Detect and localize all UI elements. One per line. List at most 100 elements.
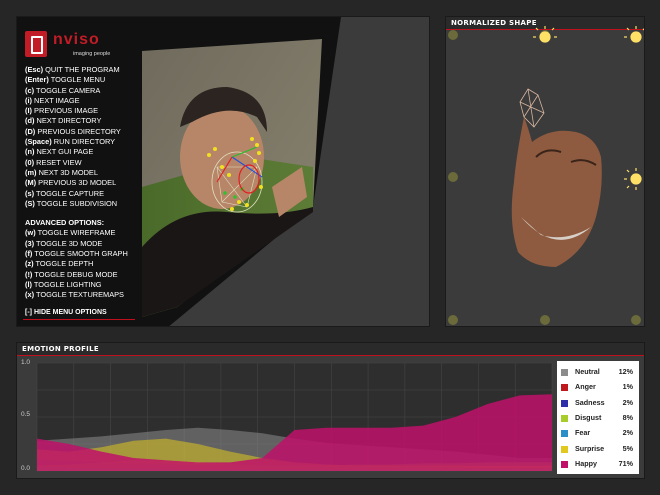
legend-swatch xyxy=(561,384,568,392)
sun-light-icon xyxy=(624,26,644,43)
menu-key: (l) xyxy=(25,279,32,289)
legend-percent: 8% xyxy=(622,412,633,422)
menu-item-next-gui-page[interactable]: (n) NEXT GUI PAGE xyxy=(25,147,128,157)
legend-item-anger: Anger 1% xyxy=(561,382,637,392)
menu-item-next-image[interactable]: (i) NEXT IMAGE xyxy=(25,96,128,106)
legend-item-fear: Fear 2% xyxy=(561,428,637,438)
menu-label: QUIT THE PROGRAM xyxy=(45,65,120,74)
menu-label: TOGGLE 3D MODE xyxy=(35,238,103,248)
menu-item-toggle-depth[interactable]: (z) TOGGLE DEPTH xyxy=(25,259,128,269)
menu-item-run-directory[interactable]: (Space) RUN DIRECTORY xyxy=(25,137,128,147)
menu-label: PREVIOUS DIRECTORY xyxy=(37,126,121,136)
legend-swatch xyxy=(561,430,568,438)
light-dot-icon xyxy=(540,315,550,325)
legend-swatch xyxy=(561,445,568,453)
menu-item-quit[interactable]: (Esc) QUIT THE PROGRAM xyxy=(25,65,128,75)
menu-item-toggle-lighting[interactable]: (l) TOGGLE LIGHTING xyxy=(25,280,128,290)
menu-key: (x) xyxy=(25,290,35,300)
menu-label: RESET VIEW xyxy=(36,157,82,167)
main-3d-view[interactable]: nviso imaging people (Esc) QUIT THE PROG… xyxy=(16,16,430,327)
menu-label: PREVIOUS IMAGE xyxy=(34,106,99,116)
legend-item-neutral: Neutral 12% xyxy=(561,367,637,377)
emotion-area-chart xyxy=(36,362,553,472)
menu-item-toggle-smooth-graph[interactable]: (f) TOGGLE SMOOTH GRAPH xyxy=(25,249,128,259)
nviso-tagline: imaging people xyxy=(73,51,111,57)
legend-percent: 5% xyxy=(622,443,633,453)
menu-label: TOGGLE LIGHTING xyxy=(33,279,102,289)
legend-label: Disgust xyxy=(575,412,602,422)
light-dot-icon xyxy=(448,30,458,40)
legend-label: Neutral xyxy=(575,367,600,376)
menu-item-next-directory[interactable]: (d) NEXT DIRECTORY xyxy=(25,116,128,126)
menu-label: NEXT IMAGE xyxy=(34,95,80,105)
nviso-wordmark: nviso xyxy=(53,31,100,48)
menu-item-previous-image[interactable]: (I) PREVIOUS IMAGE xyxy=(25,106,128,116)
menu-item-previous-directory[interactable]: (D) PREVIOUS DIRECTORY xyxy=(25,127,128,137)
legend-percent: 1% xyxy=(622,382,633,392)
menu-key: (m) xyxy=(25,167,37,177)
menu-key: (d) xyxy=(25,116,35,126)
menu-key: (i) xyxy=(25,95,32,105)
nviso-logo-mark xyxy=(25,31,47,57)
sun-light-icon xyxy=(624,168,642,190)
menu-label: TOGGLE WIREFRAME xyxy=(37,228,116,238)
menu-label: TOGGLE DEPTH xyxy=(35,259,94,269)
menu-key: (f) xyxy=(25,249,33,259)
menu-item-next-3d-model[interactable]: (m) NEXT 3D MODEL xyxy=(25,168,128,178)
normalized-shape-view[interactable]: NORMALIZED SHAPE xyxy=(445,16,645,327)
menu-item-toggle-subdivision[interactable]: (S) TOGGLE SUBDIVISION xyxy=(25,199,128,209)
normalized-shape-scene xyxy=(448,26,644,325)
menu-key: (0) xyxy=(25,157,35,167)
menu-item-toggle-debug-mode[interactable]: (!) TOGGLE DEBUG MODE xyxy=(25,270,128,280)
menu-label: TOGGLE TEXTUREMAPS xyxy=(35,290,124,300)
legend-percent: 2% xyxy=(622,397,633,407)
menu-key: (Space) xyxy=(25,137,52,147)
menu-item-toggle-capture[interactable]: (s) TOGGLE CAPTURE xyxy=(25,189,128,199)
menu-key: (z) xyxy=(25,259,34,269)
menu-item-toggle-camera[interactable]: (c) TOGGLE CAMERA xyxy=(25,86,128,96)
menu-item-toggle-menu[interactable]: (Enter) TOGGLE MENU xyxy=(25,75,128,85)
hide-menu-options-button[interactable]: [-] HIDE MENU OPTIONS xyxy=(25,309,107,316)
menu-item-toggle-texturemaps[interactable]: (x) TOGGLE TEXTUREMAPS xyxy=(25,290,128,300)
menu-key: (I) xyxy=(25,106,32,116)
menu-item-reset-view[interactable]: (0) RESET VIEW xyxy=(25,158,128,168)
advanced-options-heading: ADVANCED OPTIONS: xyxy=(25,218,105,228)
legend-swatch xyxy=(561,414,568,422)
menu-key: (!) xyxy=(25,269,33,279)
menu-label: TOGGLE CAPTURE xyxy=(35,188,105,198)
menu-key: (Esc) xyxy=(25,65,44,74)
menu-key: (n) xyxy=(25,147,35,157)
legend-percent: 2% xyxy=(622,428,633,438)
legend-percent: 12% xyxy=(618,367,633,376)
menu-label: TOGGLE DEBUG MODE xyxy=(34,269,118,279)
menu-item-toggle-3d-mode[interactable]: (3) TOGGLE 3D MODE xyxy=(25,239,128,249)
menu-key: (M) xyxy=(25,178,37,188)
menu-item-toggle-wireframe[interactable]: (w) TOGGLE WIREFRAME xyxy=(25,228,128,238)
legend-label: Sadness xyxy=(575,397,605,407)
legend-percent: 71% xyxy=(618,458,633,468)
menu-label: TOGGLE CAMERA xyxy=(35,85,101,95)
emotion-profile-panel[interactable]: EMOTION PROFILE 1.0 0.5 0.0 Neutral 12% An… xyxy=(16,342,645,479)
sun-light-icon xyxy=(533,26,557,43)
menu-item-previous-3d-model[interactable]: (M) PREVIOUS 3D MODEL xyxy=(25,178,128,188)
legend-swatch xyxy=(561,460,568,468)
legend-item-disgust: Disgust 8% xyxy=(561,413,637,423)
menu-label: TOGGLE MENU xyxy=(50,75,106,85)
legend-item-happy: Happy 71% xyxy=(561,459,637,469)
keyboard-menu: (Esc) QUIT THE PROGRAM (Enter) TOGGLE ME… xyxy=(25,65,128,301)
menu-key: (S) xyxy=(25,198,35,208)
menu-label: NEXT DIRECTORY xyxy=(36,116,102,126)
menu-key: (3) xyxy=(25,238,35,248)
light-dot-icon xyxy=(448,315,458,325)
legend-item-sadness: Sadness 2% xyxy=(561,398,637,408)
menu-key: (Enter) xyxy=(25,75,49,85)
legend-label: Happy xyxy=(575,458,597,468)
menu-label: PREVIOUS 3D MODEL xyxy=(38,178,117,188)
hide-menu-underline xyxy=(23,319,135,320)
menu-label: TOGGLE SUBDIVISION xyxy=(36,198,118,208)
nviso-logo: nviso imaging people xyxy=(25,31,135,61)
menu-key: (D) xyxy=(25,126,36,136)
menu-key: (s) xyxy=(25,188,35,198)
legend-label: Surprise xyxy=(575,443,605,453)
menu-key: (c) xyxy=(25,85,35,95)
